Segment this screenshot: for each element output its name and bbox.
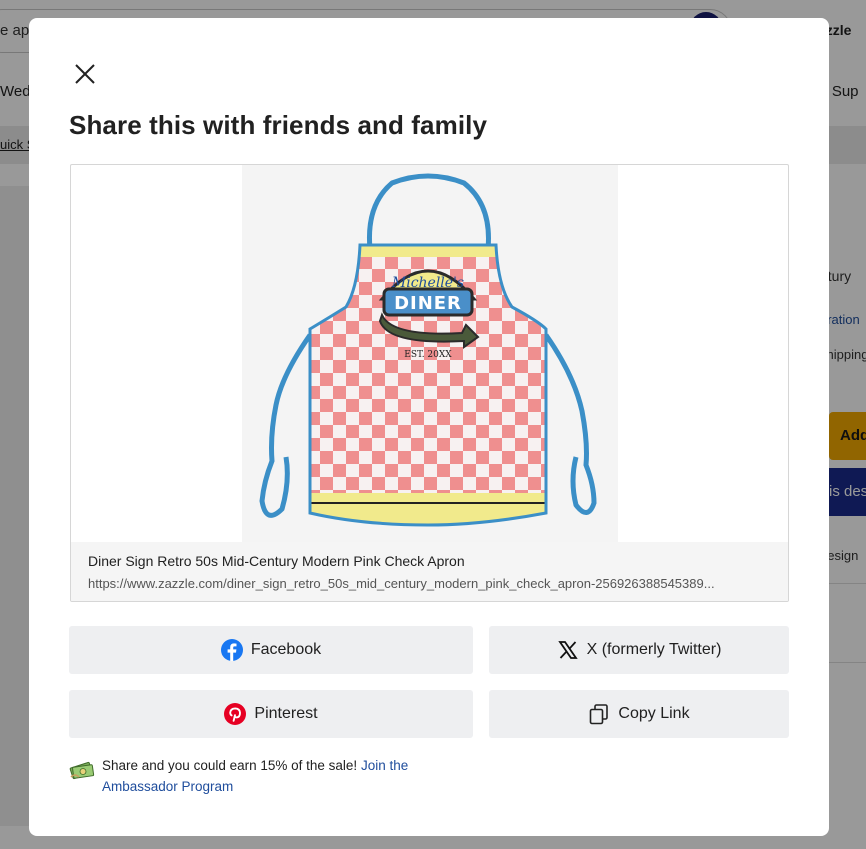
close-icon <box>75 64 95 84</box>
facebook-icon <box>220 639 243 661</box>
product-title: Diner Sign Retro 50s Mid-Century Modern … <box>88 553 465 569</box>
pinterest-icon <box>224 703 247 725</box>
apron-image: Michelle's DINER EST. 20XX <box>242 165 618 542</box>
promo-text: Share and you could earn 15% of the sale… <box>102 758 358 773</box>
facebook-label: Facebook <box>250 641 322 658</box>
product-url: https://www.zazzle.com/diner_sign_retro_… <box>88 576 715 591</box>
apron-sign-word: DINER <box>394 293 462 314</box>
money-icon <box>69 761 95 780</box>
x-label: X (formerly Twitter) <box>586 641 722 658</box>
copy-link-button[interactable]: Copy Link <box>489 690 789 738</box>
copy-link-label: Copy Link <box>618 705 690 722</box>
copy-icon <box>588 703 610 725</box>
share-facebook-button[interactable]: Facebook <box>69 626 473 674</box>
share-pinterest-button[interactable]: Pinterest <box>69 690 473 738</box>
product-image: Michelle's DINER EST. 20XX <box>242 165 618 542</box>
share-modal: Share this with friends and family Miche… <box>29 18 829 836</box>
share-preview-card: Michelle's DINER EST. 20XX Diner Sign Re… <box>70 164 789 602</box>
share-x-button[interactable]: X (formerly Twitter) <box>489 626 789 674</box>
apron-sign-name: Michelle's <box>391 275 464 291</box>
x-icon <box>557 639 579 661</box>
pinterest-label: Pinterest <box>254 705 318 722</box>
close-button[interactable] <box>71 62 101 88</box>
preview-caption: Diner Sign Retro 50s Mid-Century Modern … <box>71 542 788 601</box>
apron-est-text: EST. 20XX <box>404 350 452 360</box>
modal-title: Share this with friends and family <box>69 110 488 140</box>
